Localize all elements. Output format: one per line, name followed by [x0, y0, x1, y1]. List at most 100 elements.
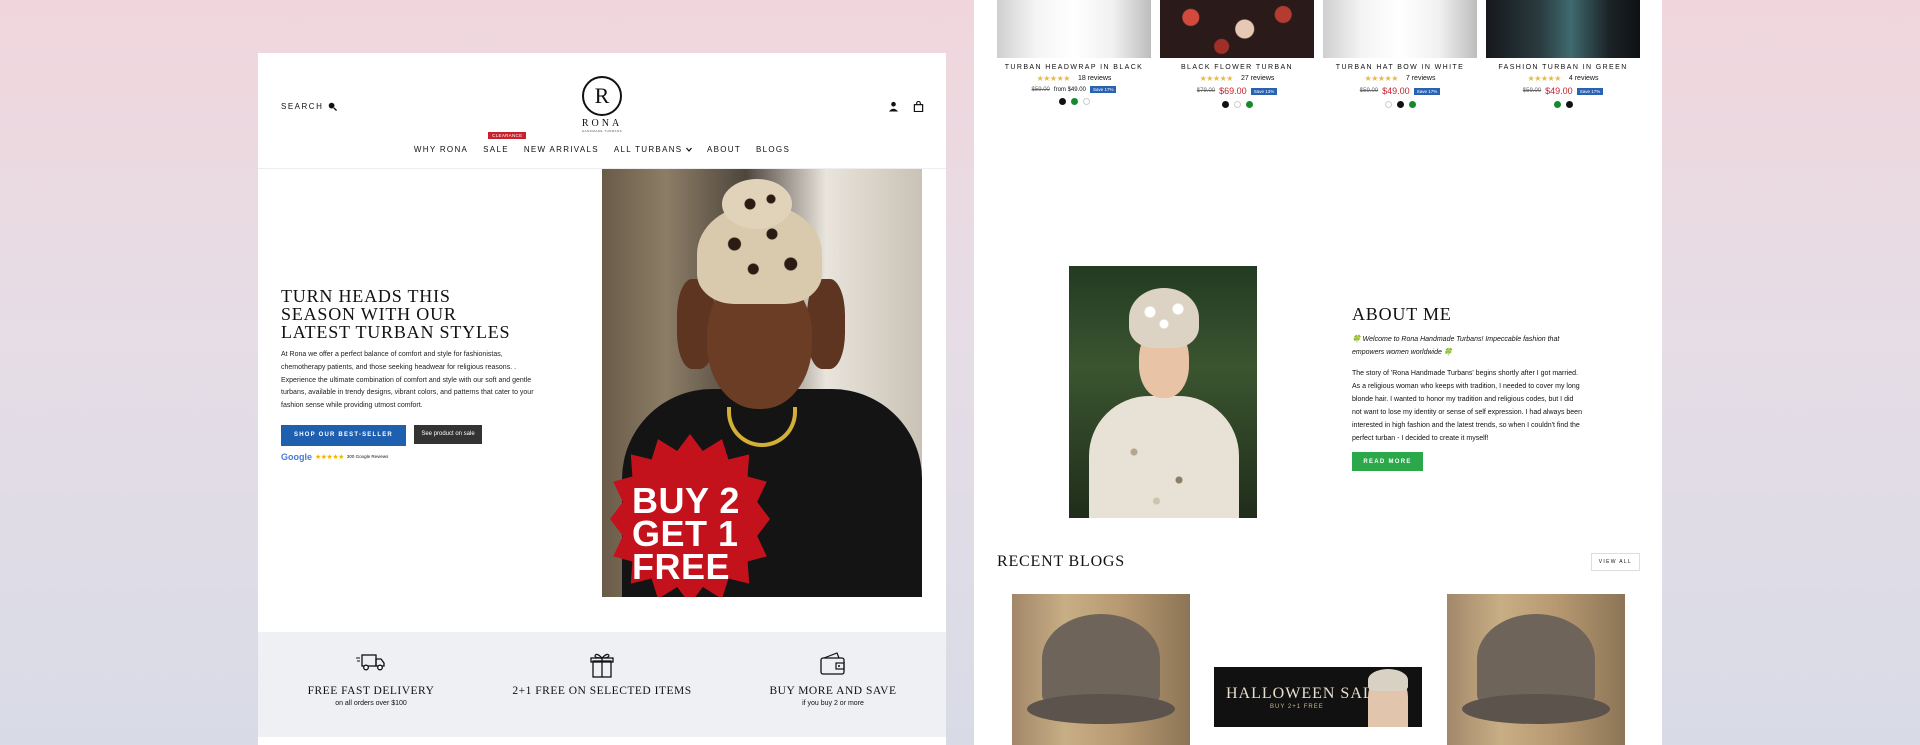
swatch-green[interactable]: [1070, 98, 1078, 105]
hero-title-line: LATEST TURBAN STYLES: [281, 322, 511, 342]
hero-title: TURN HEADS THIS SEASON WITH OUR LATEST T…: [281, 287, 541, 341]
color-swatches: [1160, 101, 1314, 108]
halloween-model-turban: [1368, 669, 1408, 691]
about-model-turban: [1129, 288, 1199, 348]
shop-best-seller-button[interactable]: SHOP OUR BEST-SELLER: [281, 424, 406, 446]
fountain-basin: [1462, 694, 1610, 724]
product-rating: ★★★★★ 27 reviews: [1160, 74, 1314, 83]
feature-free-items: 2+1 FREE ON SELECTED ITEMS: [512, 652, 692, 697]
nav-new-arrivals[interactable]: NEW ARRIVALS: [524, 145, 599, 154]
swatch-black[interactable]: [1058, 98, 1066, 105]
promo-text: BUY 2 GET 1 FREE: [632, 483, 740, 585]
product-name[interactable]: BLACK FLOWER TURBAN: [1160, 64, 1314, 71]
old-price: $59.00: [1522, 88, 1542, 94]
product-name[interactable]: TURBAN HEADWRAP IN BLACK: [997, 64, 1151, 71]
product-card[interactable]: TURBAN HEADWRAP IN BLACK ★★★★★ 18 reviews…: [997, 0, 1151, 105]
old-price: $59.00: [1031, 86, 1050, 93]
feature-subtitle: on all orders over $100: [335, 700, 407, 707]
google-reviews[interactable]: Google ★★★★★ 300 Google Reviews: [281, 452, 541, 462]
homepage-preview-left: SEARCH R RONA HANDMADE TURBANS WHY RONA …: [258, 53, 946, 745]
halloween-sale-title: HALLOWEEN SALE: [1226, 685, 1385, 702]
review-count: 18 reviews: [1077, 75, 1112, 82]
features-bar: FREE FAST DELIVERY on all orders over $1…: [258, 632, 946, 737]
cart-icon[interactable]: [913, 101, 924, 112]
rating-stars: ★★★★★: [315, 453, 344, 461]
review-count: 7 reviews: [1405, 75, 1436, 82]
site-logo[interactable]: R RONA HANDMADE TURBANS: [578, 76, 626, 133]
swatch-white[interactable]: [1233, 101, 1241, 108]
hero-title-line: TURN HEADS THIS: [281, 286, 451, 306]
swatch-green[interactable]: [1553, 101, 1561, 108]
blog-card-image[interactable]: HALLOWEEN SALE BUY 2+1 FREE: [1214, 667, 1422, 727]
nav-about[interactable]: ABOUT: [707, 145, 741, 154]
rating-stars: ★★★★★: [1199, 74, 1234, 83]
old-price: $59.00: [1359, 88, 1379, 94]
logo-monogram: R: [582, 76, 622, 116]
product-image[interactable]: [997, 0, 1151, 58]
current-price: from $49.00: [1053, 86, 1086, 93]
blog-card-image[interactable]: [1447, 594, 1625, 745]
about-story: The story of 'Rona Handmade Turbans' beg…: [1352, 370, 1582, 442]
swatch-green[interactable]: [1245, 101, 1253, 108]
nav-why-rona[interactable]: WHY RONA: [414, 145, 468, 154]
current-price: $49.00: [1545, 86, 1573, 96]
view-all-button[interactable]: VIEW ALL: [1590, 553, 1640, 571]
logo-wordmark: RONA: [581, 118, 623, 129]
hero-description: At Rona we offer a perfect balance of co…: [281, 351, 534, 410]
product-name[interactable]: FASHION TURBAN IN GREEN: [1486, 64, 1640, 71]
hero-image: BUY 2 GET 1 FREE: [602, 169, 922, 597]
logo-tagline: HANDMADE TURBANS: [581, 129, 623, 133]
blog-card-image[interactable]: [1012, 594, 1190, 745]
main-nav: WHY RONA CLEARANCE SALE NEW ARRIVALS ALL …: [258, 132, 946, 154]
product-image[interactable]: [1486, 0, 1640, 58]
product-card[interactable]: BLACK FLOWER TURBAN ★★★★★ 27 reviews $79.…: [1160, 0, 1314, 108]
account-icon[interactable]: [888, 101, 899, 112]
about-intro: 🍀 Welcome to Rona Handmade Turbans! Impe…: [1352, 336, 1560, 356]
about-model-dress: [1089, 396, 1239, 518]
product-image[interactable]: [1323, 0, 1477, 58]
swatch-black[interactable]: [1565, 101, 1573, 108]
swatch-white[interactable]: [1384, 101, 1392, 108]
read-more-button[interactable]: READ MORE: [1352, 452, 1423, 471]
nav-all-turbans[interactable]: ALL TURBANS: [614, 145, 692, 154]
save-badge: Save 17%: [1089, 86, 1117, 93]
product-card[interactable]: FASHION TURBAN IN GREEN ★★★★★ 4 reviews $…: [1486, 0, 1640, 108]
swatch-green[interactable]: [1408, 101, 1416, 108]
product-price: $59.00 from $49.00 Save 17%: [997, 86, 1151, 93]
nav-all-turbans-label: ALL TURBANS: [613, 145, 683, 154]
save-badge: Save 17%: [1576, 87, 1604, 95]
hero-section: TURN HEADS THIS SEASON WITH OUR LATEST T…: [258, 169, 946, 597]
nav-sale[interactable]: CLEARANCE SALE: [483, 132, 527, 154]
feature-title: BUY MORE AND SAVE: [769, 685, 897, 697]
nav-blogs[interactable]: BLOGS: [756, 145, 790, 154]
gift-icon: [590, 653, 614, 678]
color-swatches: [1323, 101, 1477, 108]
color-swatches: [997, 98, 1151, 105]
see-sale-button[interactable]: See product on sale: [414, 424, 482, 444]
about-section: ABOUT ME 🍀 Welcome to Rona Handmade Turb…: [1352, 304, 1582, 471]
product-rating: ★★★★★ 4 reviews: [1486, 74, 1640, 83]
truck-icon: [356, 654, 385, 671]
search-link[interactable]: SEARCH: [281, 102, 338, 111]
rating-stars: ★★★★★: [1364, 74, 1399, 83]
color-swatches: [1486, 101, 1640, 108]
feature-save: BUY MORE AND SAVE if you buy 2 or more: [743, 652, 923, 707]
google-logo: Google: [281, 451, 312, 462]
chevron-down-icon: [685, 147, 692, 152]
product-name[interactable]: TURBAN HAT BOW IN WHITE: [1323, 64, 1477, 71]
swatch-black[interactable]: [1221, 101, 1229, 108]
product-price: $79.00 $69.00 Save 13%: [1160, 86, 1314, 96]
save-badge: Save 13%: [1250, 87, 1278, 95]
product-card[interactable]: TURBAN HAT BOW IN WHITE ★★★★★ 7 reviews $…: [1323, 0, 1477, 108]
homepage-preview-right: TURBAN HEADWRAP IN BLACK ★★★★★ 18 reviews…: [974, 0, 1662, 745]
halloween-sale-subtitle: BUY 2+1 FREE: [1270, 704, 1324, 710]
product-image[interactable]: [1160, 0, 1314, 58]
hero-text: TURN HEADS THIS SEASON WITH OUR LATEST T…: [281, 287, 541, 462]
feature-title: FREE FAST DELIVERY: [307, 685, 435, 697]
feature-title: 2+1 FREE ON SELECTED ITEMS: [512, 685, 692, 697]
clearance-badge: CLEARANCE: [488, 132, 527, 139]
swatch-white[interactable]: [1082, 98, 1090, 105]
about-title: ABOUT ME: [1352, 304, 1452, 324]
swatch-black[interactable]: [1396, 101, 1404, 108]
about-photo: [1069, 266, 1257, 518]
